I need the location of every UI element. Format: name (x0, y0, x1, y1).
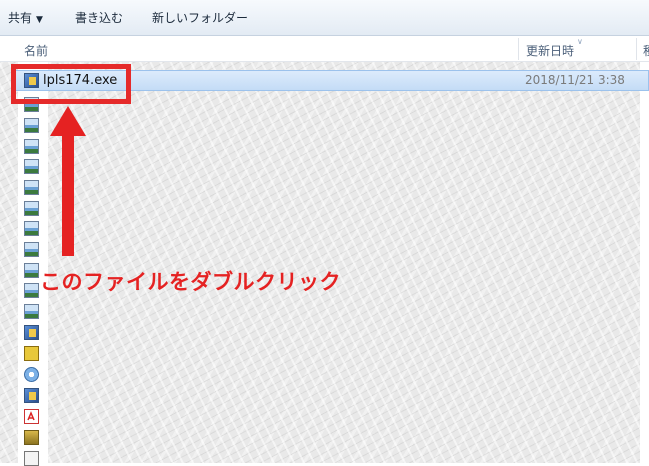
column-separator[interactable] (636, 38, 637, 60)
column-header: 名前 ∨ 更新日時 種 (0, 36, 649, 62)
type-column-strip (640, 62, 649, 463)
image-icon[interactable] (24, 242, 39, 257)
pdf-icon[interactable] (24, 409, 39, 424)
up-arrow-icon (50, 106, 86, 256)
image-icon[interactable] (24, 201, 39, 216)
highlight-box (11, 64, 131, 104)
image-icon[interactable] (24, 304, 39, 319)
archive-icon[interactable] (24, 430, 39, 445)
disc-icon[interactable] (24, 367, 39, 382)
share-label: 共有 (8, 11, 33, 25)
exe-icon[interactable] (24, 325, 39, 340)
file-modified-date: 2018/11/21 3:38 (525, 73, 625, 87)
document-icon[interactable] (24, 451, 39, 466)
file-list-area (0, 62, 649, 463)
column-type[interactable]: 種 (643, 42, 649, 59)
column-separator[interactable] (518, 38, 519, 60)
image-icon[interactable] (24, 221, 39, 236)
sort-indicator-icon: ∨ (577, 37, 583, 46)
pdf-glyph-icon (27, 411, 35, 421)
setup-icon[interactable] (24, 346, 39, 361)
column-date-modified[interactable]: 更新日時 (526, 42, 574, 59)
exe-icon[interactable] (24, 388, 39, 403)
instruction-text: このファイルをダブルクリック (40, 270, 341, 294)
image-icon[interactable] (24, 118, 39, 133)
image-icon[interactable] (24, 159, 39, 174)
image-icon[interactable] (24, 263, 39, 278)
column-name[interactable]: 名前 (24, 42, 48, 59)
image-icon[interactable] (24, 139, 39, 154)
new-folder-button[interactable]: 新しいフォルダー (152, 9, 248, 27)
chevron-down-icon: ▼ (36, 15, 43, 25)
burn-button[interactable]: 書き込む (75, 9, 123, 27)
command-bar: 共有 ▼ 書き込む 新しいフォルダー (0, 0, 649, 36)
image-icon[interactable] (24, 180, 39, 195)
share-menu-button[interactable]: 共有 ▼ (8, 9, 43, 27)
image-icon[interactable] (24, 283, 39, 298)
